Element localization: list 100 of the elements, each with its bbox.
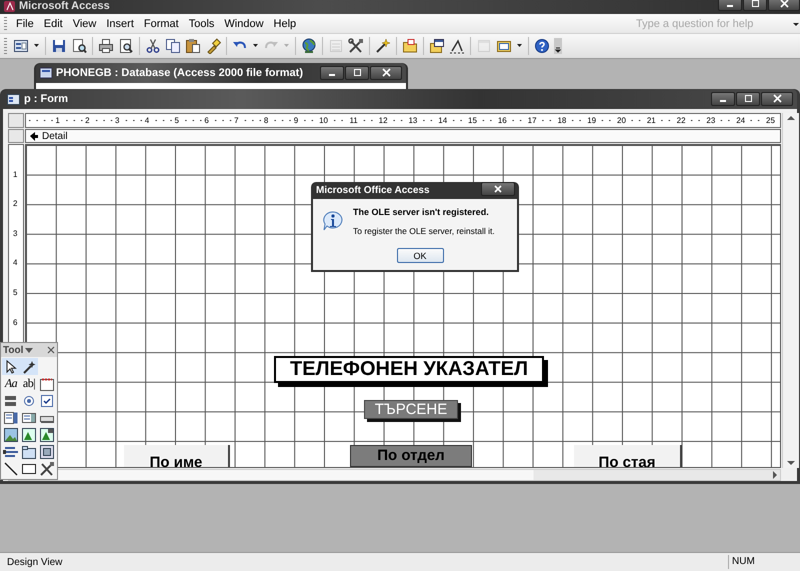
toolbar-options-icon[interactable] xyxy=(554,38,562,54)
search-label: ТЪРСЕНЕ xyxy=(364,400,458,419)
ruler-number: 17 xyxy=(526,115,538,126)
menu-item[interactable]: File xyxy=(11,16,39,30)
close-button[interactable] xyxy=(761,92,793,106)
ruler-number: 14 xyxy=(437,115,448,126)
option-group-icon[interactable] xyxy=(39,376,55,392)
window-title: PHONEGB : Database (Access 2000 file format) xyxy=(56,67,304,79)
help-icon[interactable] xyxy=(534,38,550,54)
menu-item[interactable]: View xyxy=(68,16,102,30)
maximize-button[interactable] xyxy=(736,92,760,106)
minimize-button[interactable] xyxy=(320,66,344,80)
minimize-button[interactable] xyxy=(718,0,742,11)
toolbox-title: Tool xyxy=(3,344,24,356)
magic-wand-icon[interactable] xyxy=(375,38,391,54)
close-icon xyxy=(770,94,784,104)
unbound-object-icon[interactable] xyxy=(21,426,37,442)
close-button[interactable] xyxy=(370,66,402,80)
close-icon xyxy=(380,68,392,78)
form-icon xyxy=(7,92,20,106)
print-preview-icon[interactable] xyxy=(118,38,134,54)
check-box-icon[interactable] xyxy=(39,392,55,408)
scissors-icon[interactable] xyxy=(145,38,161,54)
ruler-number: 10 xyxy=(318,115,329,126)
folder-icon[interactable] xyxy=(402,38,418,54)
ruler-number: 22 xyxy=(676,115,687,126)
tools-icon[interactable] xyxy=(348,38,364,54)
section-arrow-icon xyxy=(29,131,39,141)
ruler-number: 18 xyxy=(556,115,568,126)
maximize-button[interactable] xyxy=(345,66,369,80)
close-icon xyxy=(778,0,790,9)
combo-box-icon[interactable] xyxy=(3,410,19,426)
ruler-number: 11 xyxy=(348,115,359,126)
new-object-icon[interactable] xyxy=(496,38,512,54)
ruler-number: 20 xyxy=(616,115,627,126)
status-text: Design View xyxy=(7,556,62,568)
close-button[interactable] xyxy=(768,0,800,11)
form-button[interactable]: По стая xyxy=(574,445,682,467)
ruler-number: 8 xyxy=(262,115,270,126)
form-selector[interactable] xyxy=(8,113,24,128)
ok-button[interactable]: OK xyxy=(396,248,444,263)
ruler-number: 13 xyxy=(407,115,418,126)
ruler-number: 16 xyxy=(496,115,508,126)
subform-icon[interactable] xyxy=(39,444,55,460)
tools-icon[interactable] xyxy=(39,460,55,476)
document-search-icon[interactable] xyxy=(71,38,87,54)
close-icon[interactable] xyxy=(47,346,55,354)
close-icon xyxy=(493,185,503,193)
ruler-number: 24 xyxy=(735,115,746,126)
menu-item[interactable]: Window xyxy=(219,16,269,30)
section-header[interactable]: Detail xyxy=(25,129,781,143)
ruler-number: 1 xyxy=(13,170,18,180)
menu-item[interactable]: Format xyxy=(138,16,184,30)
menu-item[interactable]: Tools xyxy=(184,16,220,30)
globe-icon[interactable] xyxy=(301,38,317,54)
bound-object-icon[interactable] xyxy=(39,426,55,442)
ruler-number: 23 xyxy=(705,115,716,126)
printer-icon[interactable] xyxy=(98,38,114,54)
text-box-tool[interactable]: ab| xyxy=(20,375,38,392)
app-logo-icon xyxy=(4,1,15,12)
line-tool-icon[interactable] xyxy=(3,460,19,476)
maximize-button[interactable] xyxy=(743,0,767,11)
restore-icon xyxy=(749,0,761,9)
ruler-number: 15 xyxy=(467,115,478,126)
ruler-number: 4 xyxy=(13,258,18,268)
scroll-up-icon[interactable] xyxy=(785,113,797,123)
ruler-number: 4 xyxy=(144,115,150,126)
tab-control-icon[interactable] xyxy=(21,444,37,460)
brush-icon[interactable] xyxy=(205,38,221,54)
num-lock-indicator: NUM xyxy=(732,556,755,567)
form-icon[interactable] xyxy=(13,38,29,54)
section-selector[interactable] xyxy=(8,129,24,143)
ruler-number: 12 xyxy=(378,115,389,126)
image-icon[interactable] xyxy=(3,426,19,442)
menu-item[interactable]: Help xyxy=(268,16,302,30)
info-icon xyxy=(322,211,344,233)
magic-wand-icon[interactable] xyxy=(21,358,37,374)
clipboard-icon[interactable] xyxy=(185,38,201,54)
window-title: p : Form xyxy=(24,93,69,105)
label-tool[interactable]: Aa xyxy=(2,375,20,392)
form-button[interactable]: По име xyxy=(124,445,230,467)
app-title: Microsoft Access xyxy=(19,0,110,13)
restore-icon xyxy=(742,94,754,104)
scroll-right-icon[interactable] xyxy=(770,469,780,481)
menu-item[interactable]: Insert xyxy=(101,16,139,30)
properties-icon[interactable] xyxy=(429,38,445,54)
ruler-number: 3 xyxy=(13,228,18,239)
ruler-number: 7 xyxy=(233,115,240,126)
copy-icon[interactable] xyxy=(165,38,181,54)
close-button[interactable] xyxy=(481,182,515,196)
database-icon xyxy=(40,67,52,79)
scroll-down-icon[interactable] xyxy=(785,458,797,468)
ruler-number: 5 xyxy=(13,288,18,298)
ruler-number: 21 xyxy=(646,115,657,126)
help-search-field[interactable]: Type a question for help xyxy=(636,18,786,30)
menu-item[interactable]: Edit xyxy=(38,16,68,30)
error-message: The OLE server isn't registered. xyxy=(353,207,490,217)
minimize-button[interactable] xyxy=(711,92,735,106)
dialog-title: Microsoft Office Access xyxy=(316,185,431,196)
form-button[interactable]: По отдел xyxy=(350,445,472,467)
